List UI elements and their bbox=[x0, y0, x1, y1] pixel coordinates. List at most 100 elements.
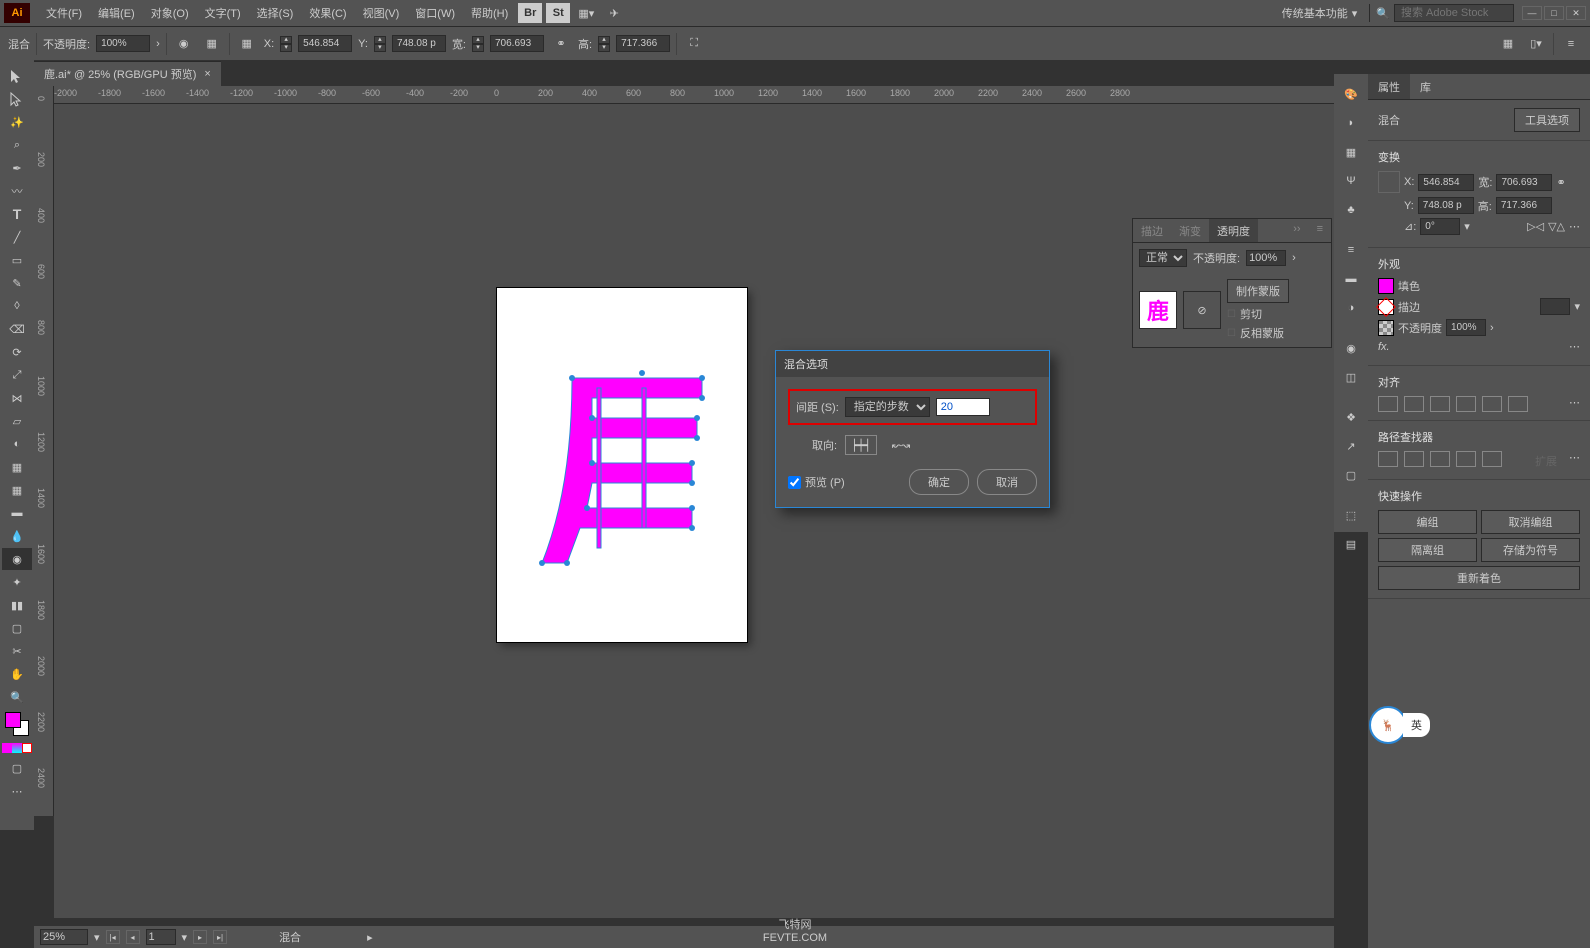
libraries-tab[interactable]: 库 bbox=[1410, 74, 1441, 99]
type-tool[interactable]: T bbox=[2, 203, 32, 225]
isolate-button[interactable]: 隔离组 bbox=[1378, 538, 1477, 562]
align-to-icon[interactable]: ▯▾ bbox=[1525, 33, 1547, 55]
rectangle-tool[interactable]: ▭ bbox=[2, 249, 32, 271]
x-stepper[interactable]: ▴▾ bbox=[280, 36, 292, 52]
slice-tool[interactable]: ✂ bbox=[2, 640, 32, 662]
prop-w-input[interactable] bbox=[1496, 174, 1552, 191]
transparency-tab[interactable]: 透明度 bbox=[1209, 219, 1258, 242]
link-wh-icon[interactable]: ⚭ bbox=[1556, 176, 1565, 189]
screen-mode-icon[interactable]: ▢ bbox=[2, 757, 32, 779]
stroke-panel-icon[interactable]: ≡ bbox=[1338, 237, 1364, 263]
panel-collapse-icon[interactable]: ›› bbox=[1285, 219, 1308, 242]
spacing-value-input[interactable] bbox=[936, 398, 990, 416]
artboard-nav-input[interactable] bbox=[146, 929, 176, 945]
opacity-value-input[interactable] bbox=[1246, 250, 1286, 266]
align-top-icon[interactable] bbox=[1456, 396, 1476, 412]
status-menu-icon[interactable]: ▸ bbox=[367, 931, 373, 944]
tool-options-button[interactable]: 工具选项 bbox=[1514, 108, 1580, 132]
arrange-docs-icon[interactable]: ▦▾ bbox=[574, 3, 598, 23]
artboard-chevron-icon[interactable]: ▾ bbox=[182, 931, 188, 944]
edit-toolbar-icon[interactable]: ⋯ bbox=[2, 780, 32, 802]
gradient-panel-icon[interactable]: ▬ bbox=[1338, 266, 1364, 292]
transparency-panel-icon[interactable]: ◑ bbox=[1338, 295, 1364, 321]
properties-tab[interactable]: 属性 bbox=[1368, 74, 1410, 99]
minus-front-icon[interactable] bbox=[1404, 451, 1424, 467]
first-artboard-button[interactable]: |◂ bbox=[106, 930, 120, 944]
prev-artboard-button[interactable]: ◂ bbox=[126, 930, 140, 944]
y-stepper[interactable]: ▴▾ bbox=[374, 36, 386, 52]
link-wh-icon[interactable]: ⚭ bbox=[550, 33, 572, 55]
swatches-panel-icon[interactable]: ▦ bbox=[1338, 139, 1364, 165]
workspace-switcher[interactable]: 传统基本功能▾ bbox=[1276, 5, 1364, 21]
group-button[interactable]: 编组 bbox=[1378, 510, 1477, 534]
color-panel-icon[interactable]: 🎨 bbox=[1338, 81, 1364, 107]
eraser-tool[interactable]: ⌫ bbox=[2, 318, 32, 340]
invert-mask-checkbox[interactable]: ☐ 反相蒙版 bbox=[1227, 325, 1289, 341]
menu-window[interactable]: 窗口(W) bbox=[407, 5, 463, 21]
brushes-panel-icon[interactable]: Ψ bbox=[1338, 168, 1364, 194]
align-more-icon[interactable]: ⋯ bbox=[1569, 396, 1580, 412]
mesh-tool[interactable]: ▦ bbox=[2, 479, 32, 501]
opacity-input[interactable] bbox=[96, 35, 150, 52]
clip-checkbox[interactable]: ☐ 剪切 bbox=[1227, 306, 1289, 322]
bridge-icon[interactable]: Br bbox=[518, 3, 542, 23]
preview-checkbox[interactable]: 预览 (P) bbox=[788, 474, 845, 490]
color-mode-icon[interactable] bbox=[2, 740, 32, 756]
last-artboard-button[interactable]: ▸| bbox=[213, 930, 227, 944]
x-input[interactable] bbox=[298, 35, 352, 52]
spacing-mode-select[interactable]: 指定的步数 bbox=[845, 397, 930, 417]
width-tool[interactable]: ⋈ bbox=[2, 387, 32, 409]
blend-tool[interactable]: ◉ bbox=[2, 548, 32, 570]
menu-select[interactable]: 选择(S) bbox=[249, 5, 302, 21]
w-stepper[interactable]: ▴▾ bbox=[472, 36, 484, 52]
window-close-button[interactable]: ✕ bbox=[1566, 6, 1586, 20]
zoom-chevron-icon[interactable]: ▾ bbox=[94, 931, 100, 944]
isolate-icon[interactable]: ⛶ bbox=[683, 33, 705, 55]
line-tool[interactable]: ╱ bbox=[2, 226, 32, 248]
gradient-tab[interactable]: 渐变 bbox=[1171, 219, 1209, 242]
stock-icon[interactable]: St bbox=[546, 3, 570, 23]
align-vcenter-icon[interactable] bbox=[1482, 396, 1502, 412]
stroke-weight-input[interactable] bbox=[1540, 298, 1570, 315]
menu-type[interactable]: 文字(T) bbox=[197, 5, 249, 21]
prop-x-input[interactable] bbox=[1418, 174, 1474, 191]
selection-tool[interactable] bbox=[2, 65, 32, 87]
artboard-tool[interactable]: ▢ bbox=[2, 617, 32, 639]
document-tab[interactable]: 鹿.ai* @ 25% (RGB/GPU 预览) × bbox=[34, 61, 221, 86]
symbols-panel-icon[interactable]: ♣ bbox=[1338, 197, 1364, 223]
ime-indicator[interactable]: 🦌 英 bbox=[1369, 706, 1430, 744]
links-panel-icon[interactable]: ⬚ bbox=[1338, 502, 1364, 528]
shape-builder-tool[interactable]: ◐ bbox=[2, 433, 32, 455]
zoom-input[interactable] bbox=[40, 929, 88, 945]
perspective-tool[interactable]: ▦ bbox=[2, 456, 32, 478]
flip-v-icon[interactable]: ▽△ bbox=[1548, 220, 1565, 233]
opacity-chevron-icon[interactable]: › bbox=[1292, 252, 1296, 264]
divide-icon[interactable] bbox=[1482, 451, 1502, 467]
menu-object[interactable]: 对象(O) bbox=[143, 5, 197, 21]
blend-mode-select[interactable]: 正常 bbox=[1139, 249, 1187, 267]
fill-swatch[interactable] bbox=[1378, 278, 1394, 294]
hand-tool[interactable]: ✋ bbox=[2, 663, 32, 685]
align-bottom-icon[interactable] bbox=[1508, 396, 1528, 412]
stroke-swatch[interactable] bbox=[1378, 299, 1394, 315]
stroke-weight-chevron-icon[interactable]: ▾ bbox=[1574, 300, 1580, 313]
pathfinder-more-icon[interactable]: ⋯ bbox=[1569, 451, 1580, 471]
menu-help[interactable]: 帮助(H) bbox=[463, 5, 516, 21]
reference-point-icon[interactable]: ▦ bbox=[236, 33, 258, 55]
align-pixel-icon[interactable]: ▦ bbox=[1497, 33, 1519, 55]
prop-y-input[interactable] bbox=[1418, 197, 1474, 214]
align-left-icon[interactable] bbox=[1378, 396, 1398, 412]
y-input[interactable] bbox=[392, 35, 446, 52]
artboards-panel-icon[interactable]: ▢ bbox=[1338, 462, 1364, 488]
search-stock-input[interactable] bbox=[1394, 4, 1514, 22]
panel-menu-icon[interactable]: ≡ bbox=[1309, 219, 1331, 242]
zoom-tool[interactable]: 🔍 bbox=[2, 686, 32, 708]
h-stepper[interactable]: ▴▾ bbox=[598, 36, 610, 52]
menu-view[interactable]: 视图(V) bbox=[355, 5, 408, 21]
graphic-styles-panel-icon[interactable]: ◫ bbox=[1338, 364, 1364, 390]
asset-export-panel-icon[interactable]: ↗ bbox=[1338, 433, 1364, 459]
menu-effect[interactable]: 效果(C) bbox=[301, 5, 354, 21]
magic-wand-tool[interactable]: ✨ bbox=[2, 111, 32, 133]
shaper-tool[interactable]: ◊ bbox=[2, 295, 32, 317]
gpu-icon[interactable]: ✈ bbox=[602, 3, 626, 23]
